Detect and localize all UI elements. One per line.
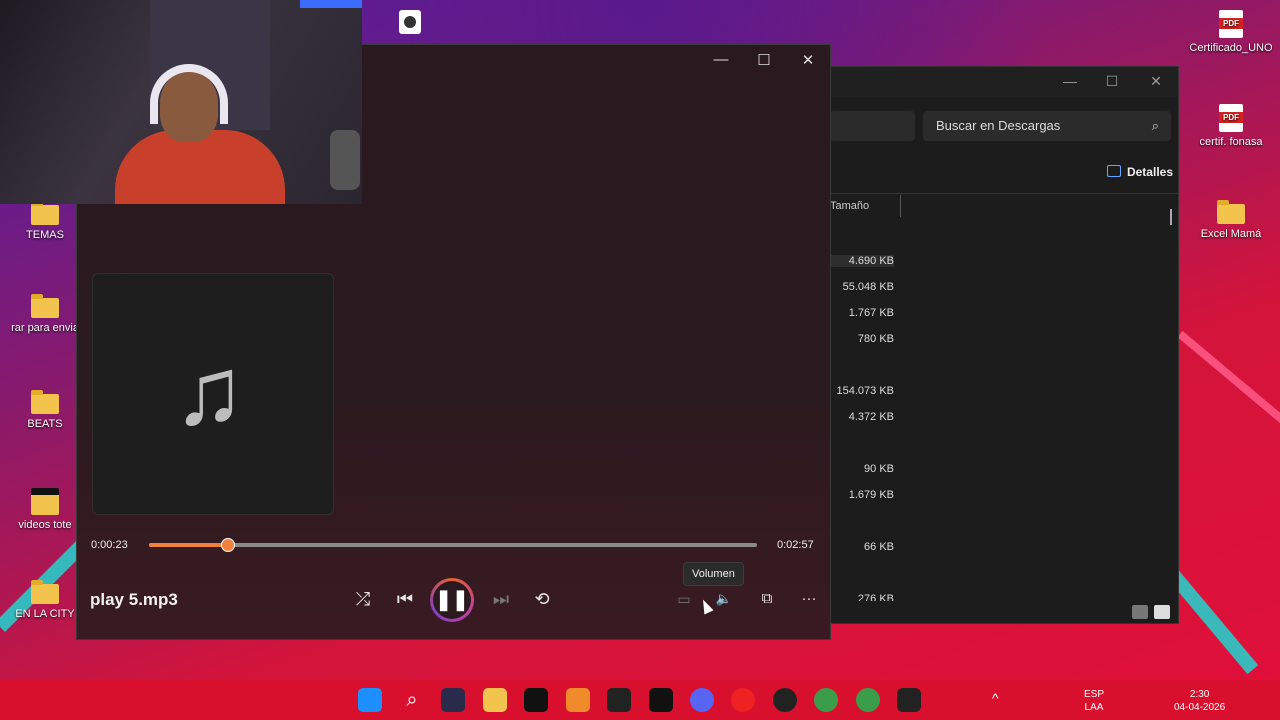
microphone-icon xyxy=(330,130,360,190)
minimize-button[interactable]: — xyxy=(1060,73,1080,89)
file-size-cell: 55.048 KB xyxy=(842,281,894,293)
desktop-icon-label: certif. fonasa xyxy=(1199,136,1263,148)
details-view-button[interactable] xyxy=(1132,605,1148,619)
file-size-cell: 1.679 KB xyxy=(848,489,894,501)
repeat-button[interactable]: ⟲ xyxy=(527,588,557,610)
app-icon-resolve[interactable] xyxy=(441,688,465,712)
media-file-icon[interactable] xyxy=(399,10,421,34)
tiles-view-button[interactable] xyxy=(1154,605,1170,619)
pdf-icon: PDF xyxy=(1219,104,1243,132)
search-placeholder: Buscar en Descargas xyxy=(936,118,1061,133)
clock-time: 2:30 xyxy=(1189,689,1210,700)
address-bar[interactable] xyxy=(830,111,915,141)
explorer-title-bar: — ☐ ✕ xyxy=(830,67,1178,97)
file-size-cell: 1.767 KB xyxy=(848,307,894,319)
details-pane-button[interactable]: Detalles xyxy=(1106,165,1173,179)
app-icon-capcut[interactable] xyxy=(524,688,548,712)
tiktok-icon[interactable] xyxy=(649,688,673,712)
file-size-cell: 154.073 KB xyxy=(836,385,895,397)
desktop-icon-fonasa[interactable]: PDF certif. fonasa xyxy=(1186,104,1276,148)
folder-icon xyxy=(1217,200,1245,224)
file-size-cell: 4.690 KB xyxy=(830,255,894,267)
chrome-icon[interactable] xyxy=(814,688,838,712)
desktop-icon-label: Excel Mamá xyxy=(1200,228,1262,240)
chrome-profile-icon[interactable] xyxy=(856,688,880,712)
music-note-icon: ♫ xyxy=(173,338,245,445)
minimize-button[interactable]: — xyxy=(709,51,733,68)
maximize-button[interactable]: ☐ xyxy=(1102,73,1122,90)
start-menu-icon[interactable] xyxy=(358,688,382,712)
more-options-button[interactable]: ··· xyxy=(794,588,824,610)
desktop-icon-excel-mama[interactable]: Excel Mamá xyxy=(1186,200,1276,240)
cast-button[interactable]: ⧉ xyxy=(752,588,782,610)
desktop-icon-certificado[interactable]: PDF Certificado_UNO xyxy=(1186,10,1276,54)
album-art: ♫ xyxy=(92,273,334,515)
song-title: play 5.mp3 xyxy=(90,590,178,609)
search-icon[interactable]: ⌕ xyxy=(400,688,424,712)
pause-icon: ❚❚ xyxy=(433,581,471,619)
app-icon-fl-studio[interactable] xyxy=(566,688,590,712)
youtube-music-icon[interactable] xyxy=(731,688,755,712)
taskbar: ⌕ ^ ESP LAA 2:30 04-04-2026 xyxy=(0,680,1280,720)
pdf-icon: PDF xyxy=(1219,10,1243,38)
folder-icon xyxy=(31,201,59,225)
folder-icon xyxy=(31,294,59,318)
file-explorer-icon[interactable] xyxy=(483,688,507,712)
language-bottom: LAA xyxy=(1084,702,1104,713)
folder-icon xyxy=(31,580,59,604)
volume-button[interactable]: 🔈 xyxy=(709,588,739,610)
chevron-up-icon[interactable]: ^ xyxy=(992,691,999,705)
language-indicator[interactable]: ESP LAA xyxy=(1084,688,1104,714)
volume-tooltip: Volumen xyxy=(683,562,744,586)
file-explorer-window: — ☐ ✕ Buscar en Descargas ⌕ Detalles Tam… xyxy=(829,66,1179,624)
shuffle-button[interactable]: ⤮ xyxy=(348,588,378,610)
webcam-lights xyxy=(300,0,362,8)
column-resize-handle[interactable] xyxy=(900,195,901,217)
miniplayer-button[interactable]: ▭ xyxy=(669,588,699,610)
seek-bar-thumb[interactable] xyxy=(221,538,236,552)
search-icon: ⌕ xyxy=(1151,118,1159,133)
clock-date: 04-04-2026 xyxy=(1174,702,1226,713)
previous-button[interactable]: ⏮ xyxy=(390,588,420,610)
seek-bar-progress xyxy=(149,543,229,547)
scrollbar[interactable] xyxy=(1170,209,1172,225)
divider xyxy=(830,193,1178,194)
desktop-icon-label: Certificado_UNO xyxy=(1189,42,1273,54)
file-size-cell: 276 KB xyxy=(857,593,894,601)
file-size-cell: 66 KB xyxy=(864,541,894,553)
folder-icon xyxy=(31,390,59,414)
search-input[interactable]: Buscar en Descargas ⌕ xyxy=(923,111,1171,141)
language-top: ESP xyxy=(1084,689,1105,700)
details-pane-icon xyxy=(1106,165,1121,177)
close-button[interactable]: ✕ xyxy=(1146,73,1166,90)
file-size-cell: 4.372 KB xyxy=(848,411,894,423)
seek-bar[interactable] xyxy=(149,538,757,552)
media-player-taskbar-icon[interactable] xyxy=(897,688,921,712)
file-size-cell: 90 KB xyxy=(864,463,894,475)
next-button[interactable]: ⏭ xyxy=(486,588,516,610)
file-size-cell: 780 KB xyxy=(857,333,894,345)
details-label: Detalles xyxy=(1126,165,1173,179)
close-button[interactable]: ✕ xyxy=(796,51,820,69)
obs-icon[interactable] xyxy=(773,688,797,712)
maximize-button[interactable]: ☐ xyxy=(752,51,776,69)
total-time: 0:02:57 xyxy=(777,539,814,551)
current-time: 0:00:23 xyxy=(91,539,128,551)
discord-icon[interactable] xyxy=(690,688,714,712)
app-icon-premiere[interactable] xyxy=(607,688,631,712)
pause-button[interactable]: ❚❚ xyxy=(430,578,474,622)
clock[interactable]: 2:30 04-04-2026 xyxy=(1174,688,1225,714)
folder-icon xyxy=(31,488,59,515)
column-header-size[interactable]: Tamaño xyxy=(830,200,869,212)
webcam-overlay xyxy=(0,0,362,204)
